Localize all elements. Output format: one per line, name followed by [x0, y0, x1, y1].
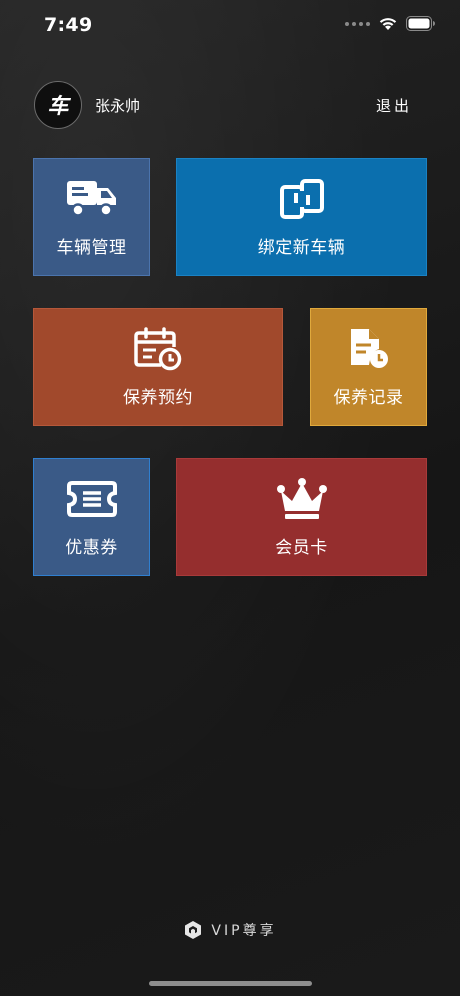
- avatar-text: 车: [47, 94, 69, 118]
- maintenance-appointment-tile[interactable]: 保养预约: [33, 308, 283, 426]
- user-header: 车 张永帅 退出: [34, 80, 426, 132]
- logout-button[interactable]: 退出: [376, 95, 412, 116]
- home-indicator[interactable]: [149, 981, 312, 986]
- footer-text: VIP尊享: [211, 923, 277, 939]
- tile-label: 优惠券: [65, 537, 118, 558]
- vehicle-management-tile[interactable]: 车辆管理: [33, 158, 150, 276]
- tile-label: 会员卡: [275, 537, 328, 558]
- truck-icon: [66, 177, 118, 221]
- document-clock-icon: [343, 327, 395, 371]
- status-bar: 7:49: [0, 0, 460, 52]
- tile-label: 绑定新车辆: [257, 237, 346, 258]
- status-time: 7:49: [44, 14, 93, 36]
- member-card-tile[interactable]: 会员卡: [176, 458, 427, 576]
- footer: VIP尊享: [0, 918, 460, 942]
- coupon-tile[interactable]: 优惠券: [33, 458, 150, 576]
- tile-label: 保养记录: [333, 387, 404, 408]
- status-icons: [345, 16, 436, 31]
- avatar[interactable]: 车: [34, 81, 82, 129]
- battery-icon: [406, 16, 435, 31]
- maintenance-record-tile[interactable]: 保养记录: [310, 308, 427, 426]
- ticket-icon: [66, 477, 118, 521]
- vip-logo-icon: [185, 921, 202, 939]
- tile-label: 保养预约: [123, 387, 193, 408]
- signal-dots-icon: [345, 21, 370, 26]
- wifi-icon: [379, 18, 397, 30]
- bind-vehicle-tile[interactable]: 绑定新车辆: [176, 158, 427, 276]
- tile-label: 车辆管理: [56, 237, 127, 258]
- link-icon: [276, 177, 328, 221]
- user-name: 张永帅: [95, 97, 141, 115]
- crown-icon: [276, 477, 328, 521]
- calendar-clock-icon: [132, 326, 184, 371]
